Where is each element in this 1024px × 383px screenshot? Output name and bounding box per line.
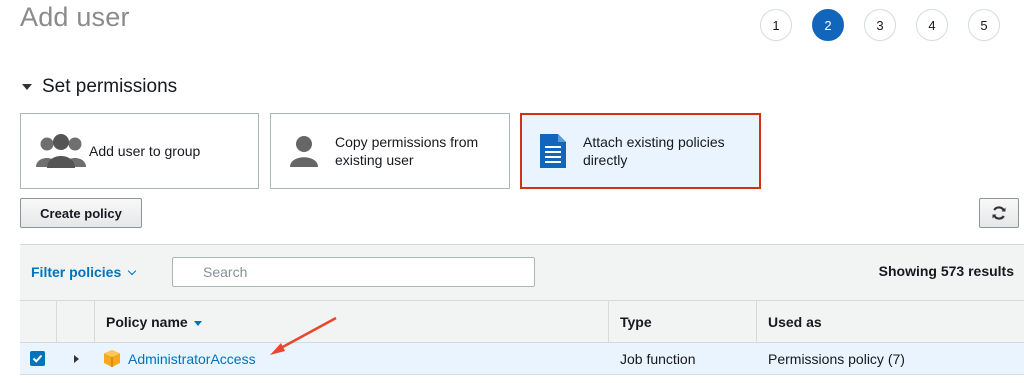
add-user-to-group-option[interactable]: Add user to group (20, 113, 259, 189)
search-input[interactable] (172, 257, 535, 287)
refresh-icon (992, 206, 1006, 220)
step-1[interactable]: 1 (760, 9, 792, 41)
attach-policies-text: Attach existing policies directly (583, 133, 725, 169)
table-header: Policy name Type Used as (20, 301, 1024, 343)
step-2-current[interactable]: 2 (812, 9, 844, 41)
step-5[interactable]: 5 (968, 9, 1000, 41)
document-icon (540, 134, 566, 168)
filter-policies-label: Filter policies (31, 264, 122, 280)
section-title: Set permissions (42, 76, 178, 97)
copy-permissions-text: Copy permissions from existing user (335, 133, 478, 169)
policy-name-link[interactable]: AdministratorAccess (128, 351, 256, 367)
copy-permissions-label-line2: existing user (335, 152, 414, 168)
attach-policies-label-line1: Attach existing policies (583, 134, 725, 150)
aws-managed-policy-icon (104, 350, 120, 367)
row-checkbox[interactable] (30, 351, 45, 366)
add-user-to-group-label: Add user to group (89, 143, 201, 159)
expand-row-icon[interactable] (74, 355, 79, 363)
caret-down-icon (22, 84, 32, 90)
group-icon (36, 134, 86, 168)
policy-used-as-cell: Permissions policy (7) (768, 351, 905, 367)
column-divider (94, 301, 95, 342)
filter-policies-dropdown[interactable]: Filter policies (31, 264, 137, 280)
create-policy-button[interactable]: Create policy (20, 198, 142, 228)
attach-policies-label-line2: directly (583, 152, 628, 168)
column-divider (56, 301, 57, 342)
policy-name-header-label: Policy name (106, 314, 188, 330)
table-row[interactable]: AdministratorAccess Job function Permiss… (20, 343, 1024, 375)
attach-existing-policies-option[interactable]: Attach existing policies directly (520, 113, 761, 189)
checkmark-icon (32, 354, 43, 363)
copy-permissions-label-line1: Copy permissions from (335, 134, 479, 150)
refresh-button[interactable] (979, 198, 1019, 228)
copy-permissions-option[interactable]: Copy permissions from existing user (270, 113, 510, 189)
policy-name-column-header[interactable]: Policy name (106, 314, 202, 330)
user-icon (290, 136, 318, 167)
step-4[interactable]: 4 (916, 9, 948, 41)
results-count: Showing 573 results (878, 263, 1014, 279)
type-column-header[interactable]: Type (620, 314, 652, 330)
page-title: Add user (20, 2, 130, 32)
set-permissions-section-toggle[interactable]: Set permissions (22, 76, 177, 98)
filter-bar: Filter policies Showing 573 results (20, 245, 1024, 301)
used-as-column-header[interactable]: Used as (768, 314, 822, 330)
sort-descending-icon (193, 320, 202, 326)
chevron-down-icon (128, 266, 137, 275)
policy-type-cell: Job function (620, 351, 696, 367)
column-divider (756, 301, 757, 342)
wizard-steps: 1 2 3 4 5 (760, 9, 1000, 41)
step-3[interactable]: 3 (864, 9, 896, 41)
policies-table: Filter policies Showing 573 results Poli… (20, 244, 1024, 376)
column-divider (608, 301, 609, 342)
